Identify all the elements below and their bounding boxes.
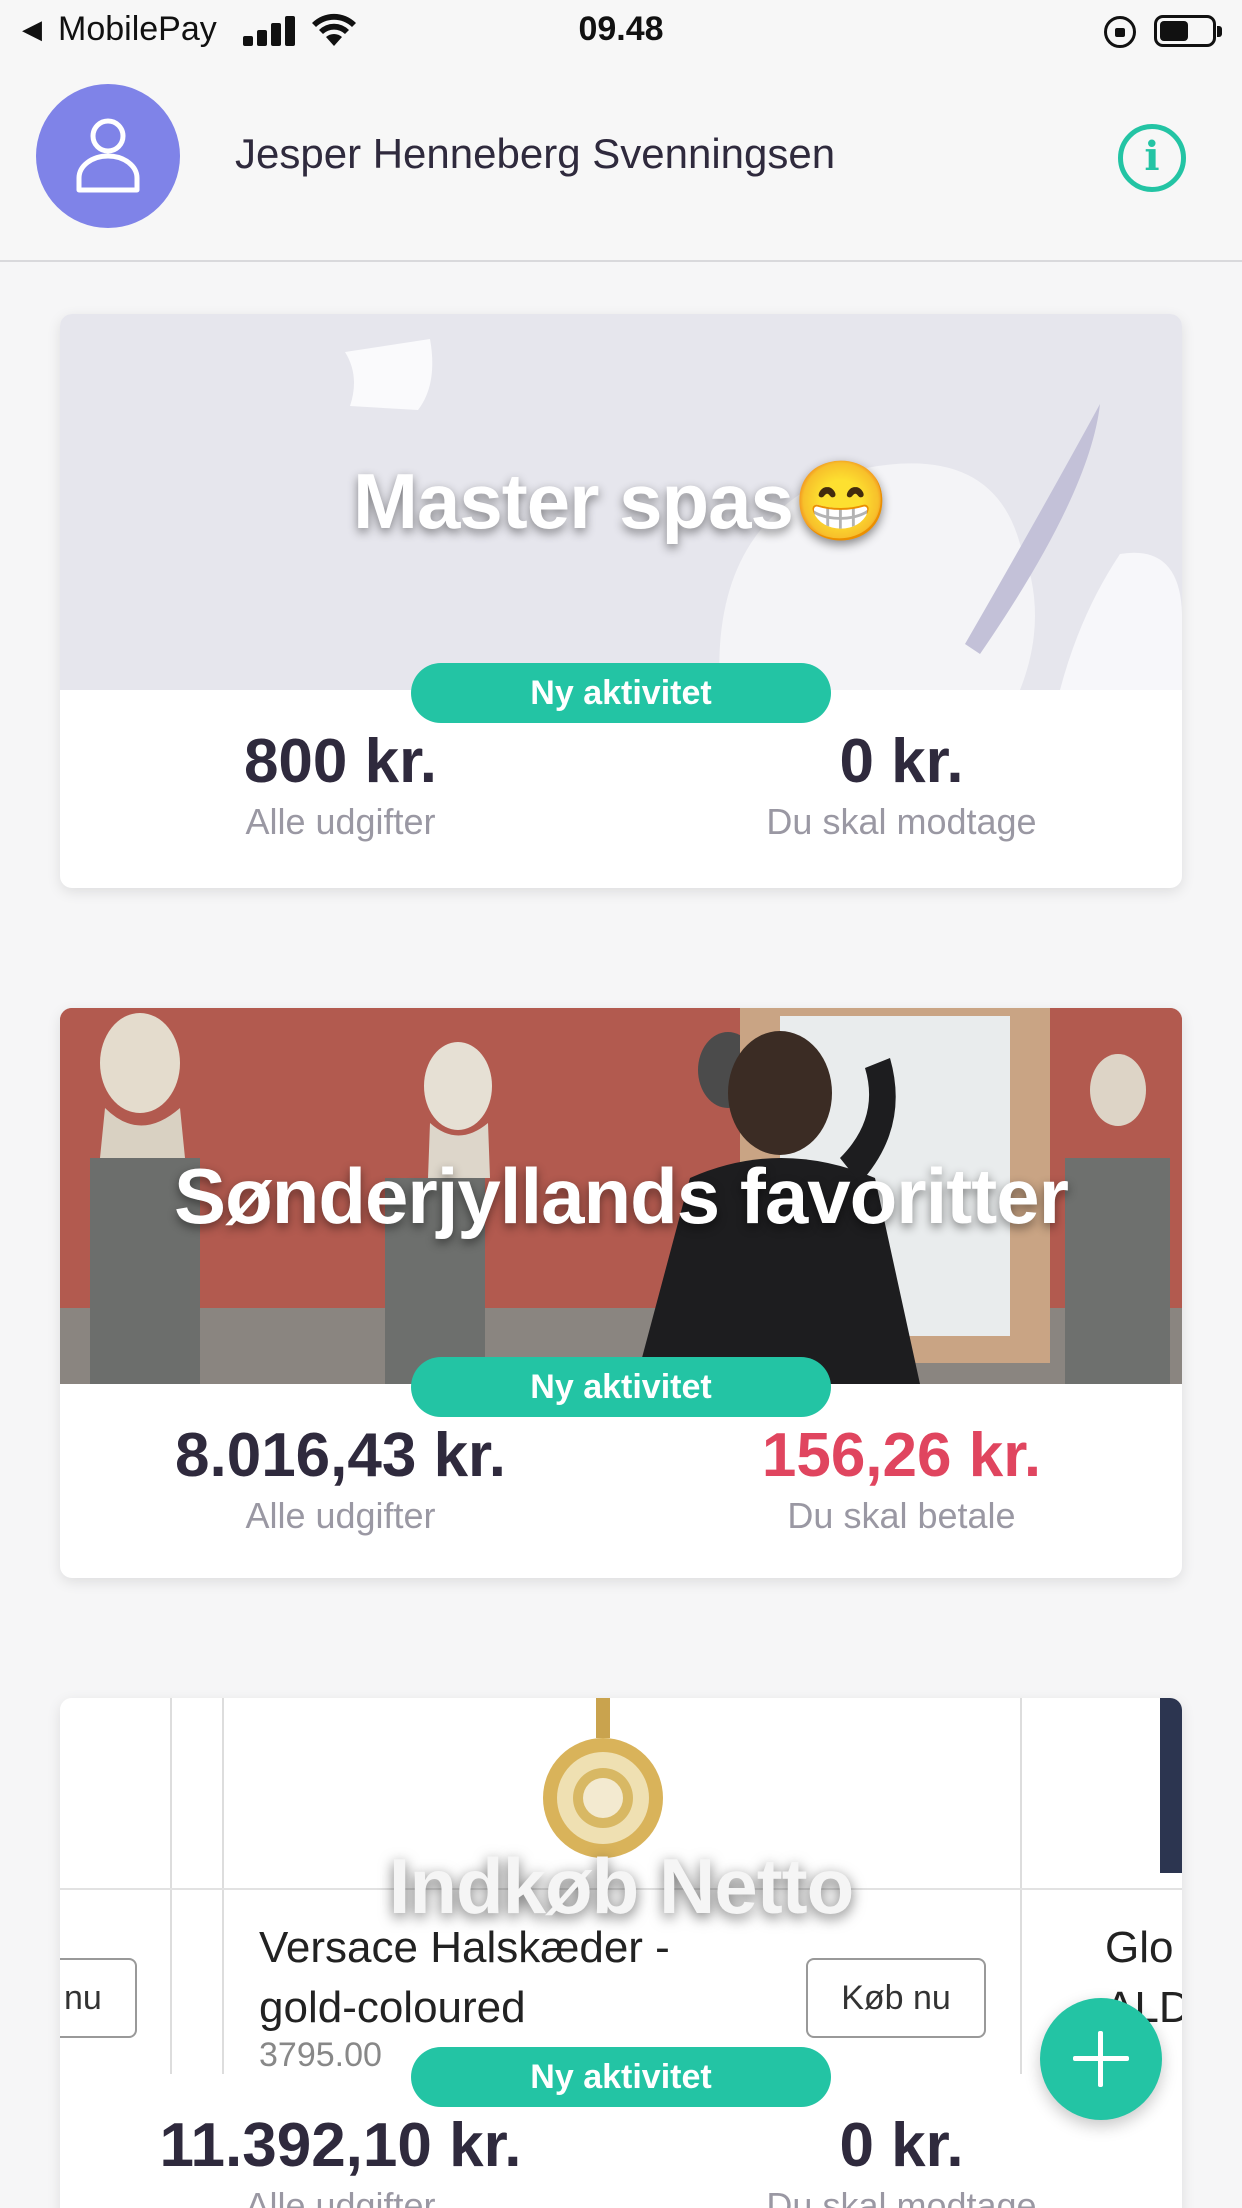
battery-icon [1154,15,1222,47]
total-expenses: 8.016,43 kr. Alle udgifter [60,1420,621,1537]
total-amount: 8.016,43 kr. [175,1421,506,1490]
new-activity-badge[interactable]: Ny aktivitet [411,663,831,723]
balance: 0 kr. Du skal modtage [621,2110,1182,2208]
group-card[interactable]: nu Versace Halskæder - gold-coloured 379… [60,1698,1182,2208]
group-title: Sønderjyllands favoritter [174,1151,1069,1240]
group-title: Indkøb Netto [388,1841,855,1930]
group-card[interactable]: Master spas😁 Ny aktivitet 800 kr. Alle u… [60,314,1182,888]
balance-amount: 156,26 kr. [761,1421,1042,1490]
new-activity-badge[interactable]: Ny aktivitet [411,1357,831,1417]
group-title: Master spas😁 [352,457,890,545]
group-banner: Sønderjyllands favoritter [60,1008,1182,1384]
total-label: Alle udgifter [245,801,436,842]
status-bar: ◀ MobilePay 09.48 [0,0,1242,62]
battery-fill [1160,21,1188,41]
group-card[interactable]: Sønderjyllands favoritter Ny aktivitet 8… [60,1008,1182,1578]
group-banner: Master spas😁 [60,314,1182,690]
balance-label: Du skal modtage [766,2185,1037,2208]
avatar[interactable] [36,84,180,228]
total-label: Alle udgifter [245,1495,436,1536]
clock: 09.48 [578,10,664,48]
user-icon [76,118,140,193]
profile-header: Jesper Henneberg Svenningsen i [0,62,1242,262]
total-amount: 800 kr. [243,727,438,796]
balance: 0 kr. Du skal modtage [621,726,1182,843]
total-expenses: 800 kr. Alle udgifter [60,726,621,843]
total-amount: 11.392,10 kr. [159,2111,522,2180]
balance-amount: 0 kr. [839,727,964,796]
user-name: Jesper Henneberg Svenningsen [235,130,836,177]
add-group-button[interactable] [1040,1998,1162,2120]
orientation-lock-icon [1104,16,1136,48]
total-expenses: 11.392,10 kr. Alle udgifter [60,2110,621,2208]
info-icon[interactable]: i [1118,124,1186,192]
balance-amount: 0 kr. [839,2111,964,2180]
balance: 156,26 kr. Du skal betale [621,1420,1182,1537]
balance-label: Du skal betale [787,1495,1016,1536]
total-label: Alle udgifter [245,2185,436,2208]
new-activity-badge[interactable]: Ny aktivitet [411,2047,831,2107]
balance-label: Du skal modtage [766,801,1037,842]
group-banner: nu Versace Halskæder - gold-coloured 379… [60,1698,1182,2074]
